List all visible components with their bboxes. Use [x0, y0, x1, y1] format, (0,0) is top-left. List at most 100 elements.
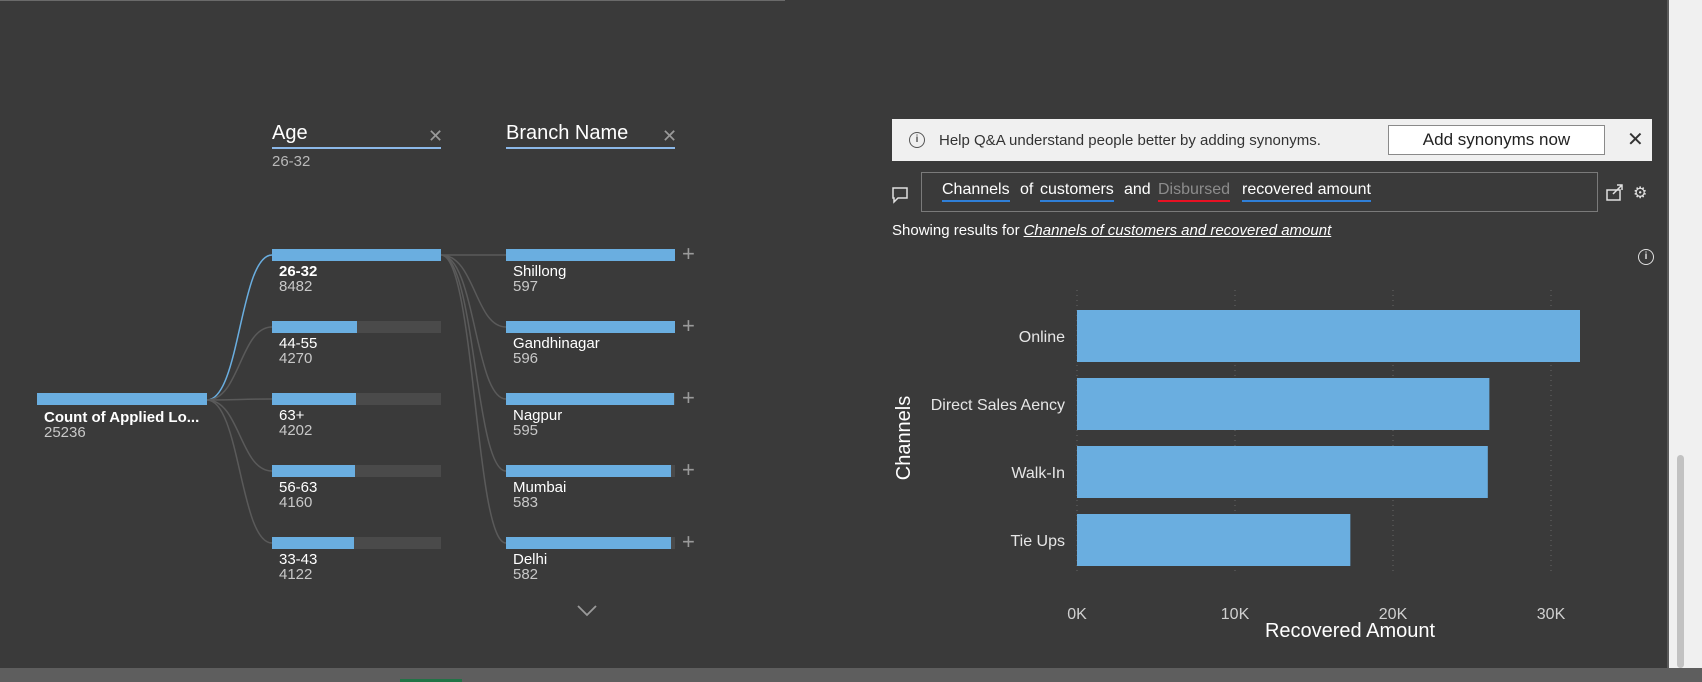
age-node-bar	[272, 321, 441, 333]
y-axis-label: Channels	[893, 396, 915, 481]
age-node[interactable]: 56-63 4160	[272, 465, 441, 510]
age-node-bar	[272, 465, 441, 477]
bar	[1077, 514, 1351, 566]
branch-node-bar-fill	[506, 465, 672, 477]
root-bar	[37, 393, 207, 405]
age-node-bar-fill	[272, 537, 355, 549]
age-node-bar-fill	[272, 393, 356, 405]
age-column-title: Age	[272, 122, 308, 144]
x-tick-label: 0K	[1067, 606, 1087, 623]
category-label: Online	[1019, 329, 1065, 346]
recovered-amount-chart: Online Direct Sales Aency Walk-In Tie Ups 0…	[893, 290, 1580, 642]
vertical-scrollbar[interactable]	[1667, 0, 1702, 682]
root-bar-fill	[37, 393, 207, 405]
expand-plus-icon[interactable]: +	[682, 243, 695, 265]
branch-node[interactable]: Delhi 582	[506, 537, 675, 582]
age-node[interactable]: 33-43 4122	[272, 537, 441, 582]
age-node-bar-fill	[272, 321, 357, 333]
category-label: Tie Ups	[1010, 533, 1065, 550]
expand-plus-icon[interactable]: +	[682, 531, 695, 553]
root-value: 25236	[44, 424, 86, 441]
branch-node-value: 583	[513, 494, 539, 511]
age-node-bar	[272, 249, 441, 261]
banner-message: Help Q&A understand people better by add…	[939, 132, 1321, 149]
bar	[1077, 310, 1580, 362]
bar	[1077, 378, 1490, 430]
age-node-value: 4270	[279, 350, 313, 367]
age-selected-value: 26-32	[272, 153, 311, 170]
branch-node-bar-fill	[506, 321, 675, 333]
x-tick-label: 30K	[1537, 606, 1566, 623]
decomposition-tree: Age ✕ 26-32 Branch Name ✕ Count of Appli…	[0, 0, 790, 668]
age-node-label: 56-63	[279, 479, 318, 496]
age-header-underline	[272, 147, 441, 149]
x-tick-label: 10K	[1221, 606, 1250, 623]
age-node-label: 44-55	[279, 335, 318, 352]
banner-close-icon[interactable]: ✕	[1627, 127, 1644, 152]
branch-node-bar	[506, 393, 675, 405]
age-node[interactable]: 26-32 8482	[272, 249, 441, 294]
question-input[interactable]: Channels of customers and Disbursed reco…	[921, 172, 1598, 212]
showing-results-link[interactable]: Channels of customers and recovered amou…	[1024, 222, 1332, 239]
chevron-down-icon[interactable]	[576, 604, 598, 618]
branch-node-bar-fill	[506, 393, 675, 405]
bar	[1077, 446, 1488, 498]
category-label: Direct Sales Aency	[931, 397, 1065, 414]
age-remove-icon[interactable]: ✕	[428, 127, 443, 145]
branch-node-bar-fill	[506, 537, 671, 549]
gear-icon[interactable]: ⚙	[1633, 183, 1647, 203]
age-node-bar	[272, 393, 441, 405]
branch-header-underline	[506, 147, 675, 149]
branch-node-label: Gandhinagar	[513, 335, 600, 352]
branch-node-bar	[506, 465, 675, 477]
add-synonyms-button[interactable]: Add synonyms now	[1388, 125, 1605, 155]
info-icon[interactable]: i	[1638, 249, 1654, 265]
branch-node-value: 582	[513, 566, 539, 583]
age-node[interactable]: 44-55 4270	[272, 321, 441, 366]
bottom-strip	[0, 668, 1702, 682]
branch-node[interactable]: Nagpur 595	[506, 393, 675, 438]
age-node-label: 26-32	[279, 263, 318, 280]
root-label: Count of Applied Lo...	[44, 409, 200, 426]
branch-node[interactable]: Gandhinagar 596	[506, 321, 675, 366]
age-node-label: 33-43	[279, 551, 318, 568]
branch-remove-icon[interactable]: ✕	[662, 127, 677, 145]
age-node-bar-fill	[272, 249, 441, 261]
age-node-value: 4122	[279, 566, 313, 583]
age-node[interactable]: 63+ 4202	[272, 393, 441, 438]
x-axis-label: Recovered Amount	[1265, 620, 1436, 642]
branch-node-label: Shillong	[513, 263, 567, 280]
scrollbar-border	[1667, 0, 1669, 682]
branch-node-label: Mumbai	[513, 479, 567, 496]
branch-node-bar	[506, 537, 675, 549]
age-node-bar-fill	[272, 465, 355, 477]
showing-results: Showing results for Channels of customers…	[892, 222, 1331, 239]
query-word: recovered amount	[1242, 181, 1371, 202]
query-word: customers	[1040, 181, 1114, 202]
branch-node-label: Nagpur	[513, 407, 563, 424]
branch-column-title: Branch Name	[506, 122, 629, 144]
synonyms-banner: i Help Q&A understand people better by a…	[892, 119, 1652, 161]
query-word: and	[1124, 181, 1151, 198]
scrollbar-thumb[interactable]	[1677, 455, 1684, 668]
root-node[interactable]: Count of Applied Lo... 25236	[37, 393, 207, 440]
branch-node-label: Delhi	[513, 551, 548, 568]
branch-node-value: 596	[513, 350, 539, 367]
chat-bubble-icon	[892, 187, 908, 204]
share-icon[interactable]	[1605, 182, 1625, 202]
query-word: Channels	[942, 181, 1010, 202]
branch-node[interactable]: Mumbai 583	[506, 465, 675, 510]
branch-node[interactable]: Shillong 597	[506, 249, 675, 294]
branch-node-bar	[506, 249, 675, 261]
info-icon: i	[909, 132, 925, 148]
category-label: Walk-In	[1011, 465, 1065, 482]
age-node-value: 8482	[279, 278, 313, 295]
expand-plus-icon[interactable]: +	[682, 315, 695, 337]
age-node-value: 4202	[279, 422, 313, 439]
expand-plus-icon[interactable]: +	[682, 459, 695, 481]
query-word-unrecognized: Disbursed	[1158, 181, 1231, 202]
branch-node-value: 597	[513, 278, 539, 295]
query-word: of	[1020, 181, 1034, 198]
expand-plus-icon[interactable]: +	[682, 387, 695, 409]
branch-node-bar	[506, 321, 675, 333]
